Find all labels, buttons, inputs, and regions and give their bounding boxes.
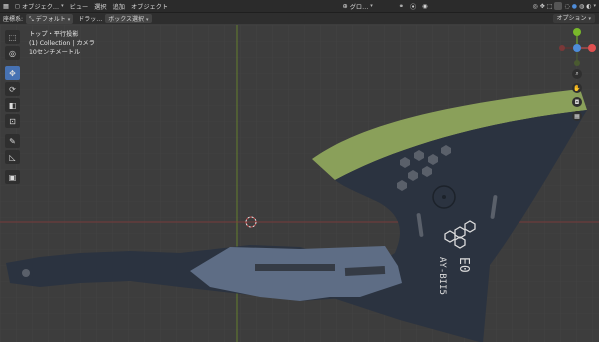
shading-solid-icon[interactable]: ●	[572, 3, 577, 10]
model-code: AY-BII5	[437, 257, 447, 295]
header-right-controls: ◎ ✥ ⬚ ◌ ● ◍ ◐ ▾	[533, 0, 599, 12]
select-tool-button[interactable]: ⬚	[5, 30, 20, 44]
transform-label: グロ…	[349, 3, 369, 11]
measure-tool-button[interactable]: ◺	[5, 150, 20, 164]
mode-label: オブジェク…	[22, 3, 60, 11]
zoom-icon: ⌕	[575, 70, 579, 77]
menu-object[interactable]: オブジェクト	[128, 2, 171, 11]
mode-dropdown[interactable]: ◻ オブジェク… ▾	[12, 2, 67, 11]
annotate-tool-button[interactable]: ✎	[5, 134, 20, 148]
3d-cursor-icon: ◎	[9, 48, 16, 58]
handle-groove	[255, 264, 335, 271]
select-value: ボックス選択	[108, 16, 145, 23]
gizmo-toggle-icon[interactable]: ✥	[540, 3, 545, 10]
scale-info: 10センチメートル	[29, 49, 81, 56]
move-tool-button[interactable]: ✥	[5, 66, 20, 80]
camera-icon: ◘	[574, 98, 580, 106]
gizmo-neg-y	[574, 60, 580, 66]
tool-settings-bar: 座標系: ⤡ デフォルト ▾ ドラッ… ボックス選択 ▾	[0, 13, 599, 24]
rotate-icon: ⟳	[9, 84, 16, 94]
model-mark: E0	[456, 257, 471, 273]
orientation-dropdown[interactable]: ⤡ デフォルト ▾	[26, 13, 74, 24]
view-name: トップ・平行投影	[29, 31, 79, 38]
pivot-icon[interactable]: ⚭	[396, 3, 407, 10]
scale-icon: ◧	[8, 100, 17, 110]
transform-orientation-dropdown[interactable]: ⊕ グロ… ▾	[340, 2, 376, 11]
rotate-tool-button[interactable]: ⟳	[5, 82, 20, 96]
proportional-edit-icon[interactable]: ◉	[419, 3, 430, 10]
shading-rendered-icon[interactable]: ◐	[586, 3, 591, 10]
transform-icon: ⊡	[9, 116, 16, 126]
scale-tool-button[interactable]: ◧	[5, 98, 20, 112]
collection-info: (1) Collection | カメラ	[29, 40, 95, 47]
snap-icon[interactable]: ⦿	[407, 2, 419, 11]
grid-icon: ▦	[574, 112, 580, 120]
pan-button[interactable]: ✋	[572, 83, 582, 93]
3d-viewport[interactable]: AY-BII5 E0	[0, 25, 599, 342]
ruler-icon: ◺	[9, 152, 16, 162]
shading-material-icon[interactable]: ◍	[579, 3, 584, 10]
xray-toggle-icon[interactable]	[554, 2, 563, 10]
select-dropdown[interactable]: ボックス選択 ▾	[105, 14, 152, 23]
chevron-down-icon: ▾	[588, 16, 591, 22]
drag-label[interactable]: ドラッ…	[75, 14, 105, 23]
orientation-value: デフォルト	[35, 15, 66, 23]
camera-view-button[interactable]: ◘	[572, 97, 582, 107]
add-cube-tool-button[interactable]: ▣	[5, 170, 20, 184]
overlay-toggle-icon[interactable]: ⬚	[547, 3, 553, 10]
orientation-small-icon: ⤡	[29, 15, 34, 23]
cube-icon: ▣	[8, 172, 17, 182]
chevron-down-icon: ▾	[370, 3, 373, 9]
menu-select[interactable]: 選択	[91, 2, 109, 11]
menu-view[interactable]: ビュー	[67, 2, 92, 11]
chevron-down-icon[interactable]: ▾	[593, 3, 596, 9]
chevron-down-icon: ▾	[61, 3, 64, 9]
gizmo-z	[573, 44, 581, 52]
visibility-icon[interactable]: ◎	[533, 3, 538, 10]
cursor-icon: ⬚	[8, 32, 17, 42]
perspective-toggle-button[interactable]: ▦	[572, 111, 582, 121]
chevron-down-icon: ▾	[145, 17, 149, 23]
shading-wireframe-icon[interactable]: ◌	[564, 3, 569, 10]
gizmo-x	[588, 44, 596, 52]
editor-type-icon[interactable]: ▦	[0, 3, 12, 10]
options-button[interactable]: オプション ▾	[552, 14, 595, 23]
viewport-info: トップ・平行投影 (1) Collection | カメラ 10センチメートル	[29, 30, 95, 57]
pencil-icon: ✎	[9, 136, 16, 146]
gizmo-neg-x	[559, 45, 565, 51]
hand-icon: ✋	[573, 84, 581, 92]
handle-hole	[22, 269, 30, 277]
cursor-tool-button[interactable]: ◎	[5, 46, 20, 60]
chevron-down-icon: ▾	[67, 16, 71, 23]
options-label: オプション	[556, 15, 587, 22]
header-bar: ▦ ◻ オブジェク… ▾ ビュー 選択 追加 オブジェクト ⊕ グロ… ▾ ⚭ …	[0, 0, 599, 13]
menu-add[interactable]: 追加	[110, 2, 128, 11]
transform-tool-button[interactable]: ⊡	[5, 114, 20, 128]
zoom-button[interactable]: ⌕	[572, 69, 582, 79]
orientation-label: 座標系:	[3, 16, 24, 23]
move-icon: ✥	[9, 68, 16, 78]
left-toolbar: ⬚ ◎ ✥ ⟳ ◧ ⊡ ✎ ◺ ▣	[5, 30, 21, 184]
orientation-icon: ⊕	[342, 2, 348, 10]
object-mode-icon: ◻	[14, 2, 20, 10]
gizmo-y	[573, 28, 581, 36]
